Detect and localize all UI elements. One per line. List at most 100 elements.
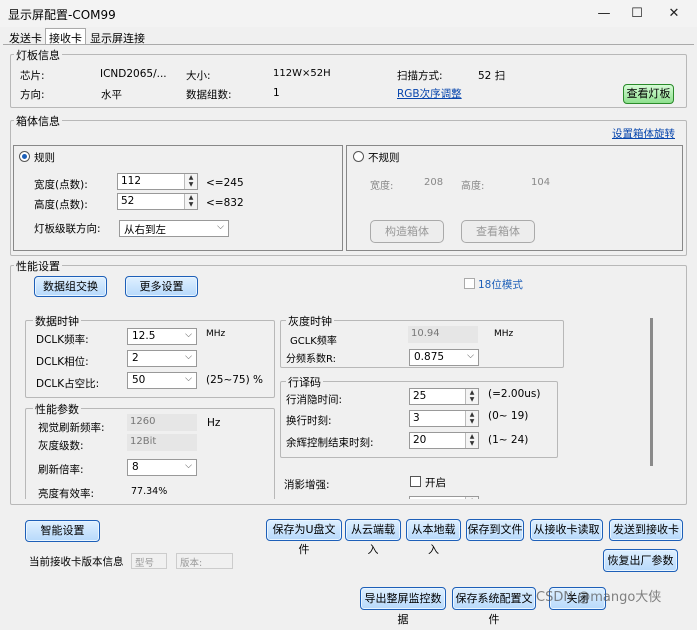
dclk-freq-select[interactable]: 12.5 ⌵ xyxy=(127,328,197,345)
perf-params-title: 性能参数 xyxy=(33,401,81,417)
send-to-card-button[interactable]: 发送到接收卡 xyxy=(609,519,683,541)
brightness-eff-value: 77.34% xyxy=(131,486,168,497)
spin-arrows-icon[interactable]: ▲▼ xyxy=(465,411,478,426)
local-load-button[interactable]: 从本地载入 xyxy=(406,519,461,556)
size-label: 大小: xyxy=(186,70,211,82)
afterglow-spinbox[interactable]: 20 ▲ ▼ xyxy=(409,432,479,449)
spin-arrows-icon[interactable]: ▲▼ xyxy=(184,194,197,209)
performance-title: 性能设置 xyxy=(14,258,62,274)
spin-arrows-icon[interactable]: ▲▼ xyxy=(465,497,478,499)
data-clock-title: 数据时钟 xyxy=(33,313,81,329)
dclk-duty-label: DCLK占空比: xyxy=(36,378,100,390)
direction-value: 水平 xyxy=(101,89,122,101)
more-settings-button[interactable]: 更多设置 xyxy=(125,276,198,297)
line-switch-range: (0~ 19) xyxy=(488,410,529,422)
regular-label: 规则 xyxy=(34,152,55,164)
afterglow-label: 余辉控制结束时刻: xyxy=(286,437,374,449)
save-udisk-button[interactable]: 保存为U盘文件 xyxy=(266,519,342,556)
irr-height-value: 104 xyxy=(531,177,551,188)
smart-settings-button[interactable]: 智能设置 xyxy=(25,520,100,542)
height-spinbox[interactable]: 52 ▲ ▼ xyxy=(117,193,198,210)
gclk-label: GCLK频率 xyxy=(290,336,337,347)
vertical-scrollbar[interactable] xyxy=(650,318,653,466)
tab-divider xyxy=(3,44,694,45)
direction-label: 方向: xyxy=(20,89,45,101)
dclk-phase-label: DCLK相位: xyxy=(36,356,89,368)
line-switch-spinbox[interactable]: 3 ▲ ▼ xyxy=(409,410,479,427)
irregular-radio[interactable] xyxy=(353,151,364,162)
chevron-down-icon: ⌵ xyxy=(467,351,474,361)
afterglow-range: (1~ 24) xyxy=(488,434,529,446)
refresh-label: 视觉刷新频率: xyxy=(38,422,105,434)
irregular-label: 不规则 xyxy=(368,152,400,164)
width-spinbox[interactable]: 112 ▲ ▼ xyxy=(117,173,198,190)
mode18-checkbox[interactable] xyxy=(464,278,475,289)
cascade-select[interactable]: 从右到左 ⌵ xyxy=(119,220,229,237)
title-bar: 显示屏配置-COM99 — ☐ ✕ xyxy=(0,0,697,27)
view-panel-button[interactable]: 查看灯板 xyxy=(623,84,674,104)
brightness-eff-label: 亮度有效率: xyxy=(38,488,95,499)
refresh-mult-select[interactable]: 8 ⌵ xyxy=(127,459,197,476)
irr-width-value: 208 xyxy=(424,177,444,188)
spin-arrows-icon[interactable]: ▲▼ xyxy=(465,389,478,404)
data-groups-label: 数据组数: xyxy=(186,89,232,101)
restore-factory-button[interactable]: 恢复出厂参数 xyxy=(603,549,678,572)
width-label: 宽度(点数): xyxy=(34,179,88,191)
model-field: 型号 xyxy=(131,553,167,569)
gclk-unit: MHz xyxy=(494,329,514,339)
gray-level-value: 12Bit xyxy=(127,434,197,451)
chevron-down-icon: ⌵ xyxy=(185,374,192,384)
tab-sending-card[interactable]: 发送卡 xyxy=(5,28,46,45)
refresh-unit: Hz xyxy=(207,417,221,429)
size-value: 112W×52H xyxy=(273,68,331,79)
dclk-freq-label: DCLK频率: xyxy=(36,334,89,346)
ghost-enhance-on-label: 开启 xyxy=(425,477,446,489)
scan-label: 扫描方式: xyxy=(397,70,443,82)
chevron-down-icon: ⌵ xyxy=(185,461,192,471)
irr-height-label: 高度: xyxy=(461,181,485,192)
cabinet-title: 箱体信息 xyxy=(14,113,62,129)
window-title: 显示屏配置-COM99 xyxy=(8,8,116,22)
dclk-phase-select[interactable]: 2 ⌵ xyxy=(127,350,197,367)
dclk-freq-unit: MHz xyxy=(206,329,226,339)
close-window-button[interactable]: ✕ xyxy=(651,0,697,27)
save-to-file-button[interactable]: 保存到文件 xyxy=(466,519,524,541)
div-factor-select[interactable]: 0.875 ⌵ xyxy=(409,349,479,366)
mode18-label: 18位模式 xyxy=(478,279,523,291)
data-groups-value: 1 xyxy=(273,87,280,99)
ghost-enhance-label: 消影增强: xyxy=(284,479,330,491)
ghost-enhance-checkbox[interactable] xyxy=(410,476,421,487)
chevron-down-icon: ⌵ xyxy=(217,222,224,232)
construct-cabinet-button[interactable]: 构造箱体 xyxy=(370,220,444,243)
set-rotation-link[interactable]: 设置箱体旋转 xyxy=(612,126,675,141)
regular-radio[interactable] xyxy=(19,151,30,162)
cloud-load-button[interactable]: 从云端载入 xyxy=(345,519,401,556)
line-decode-title: 行译码 xyxy=(286,374,323,390)
version-field: 版本: xyxy=(176,553,233,569)
view-cabinet-button[interactable]: 查看箱体 xyxy=(461,220,535,243)
export-monitor-button[interactable]: 导出整屏监控数据 xyxy=(360,587,446,626)
spin-arrows-icon[interactable]: ▲▼ xyxy=(184,174,197,189)
spin-arrows-icon[interactable]: ▲▼ xyxy=(465,433,478,448)
row-blank-note: (=2.00us) xyxy=(488,388,541,400)
height-limit: <=832 xyxy=(206,197,244,209)
chevron-down-icon: ⌵ xyxy=(185,352,192,362)
chip-value: ICND2065/... xyxy=(100,68,167,80)
tab-screen-connection[interactable]: 显示屏连接 xyxy=(86,28,149,45)
gray-level-label: 灰度级数: xyxy=(38,440,84,452)
gray-clock-title: 灰度时钟 xyxy=(286,313,334,329)
cascade-label: 灯板级联方向: xyxy=(34,223,101,235)
tab-receiving-card[interactable]: 接收卡 xyxy=(45,28,86,45)
read-from-card-button[interactable]: 从接收卡读取 xyxy=(530,519,603,541)
scan-value: 52 扫 xyxy=(478,70,506,82)
row-blank-spinbox[interactable]: 25 ▲ ▼ xyxy=(409,388,479,405)
dclk-duty-select[interactable]: 50 ⌵ xyxy=(127,372,197,389)
rgb-order-link[interactable]: RGB次序调整 xyxy=(397,86,462,101)
chevron-down-icon: ⌵ xyxy=(185,330,192,340)
chip-label: 芯片: xyxy=(20,70,45,82)
save-sys-config-button[interactable]: 保存系统配置文件 xyxy=(452,587,536,626)
hidden-spinbox[interactable]: ▲▼ xyxy=(409,496,479,499)
data-group-swap-button[interactable]: 数据组交换 xyxy=(34,276,107,297)
dclk-duty-range: (25~75) % xyxy=(206,374,264,386)
refresh-mult-label: 刷新倍率: xyxy=(38,464,84,476)
